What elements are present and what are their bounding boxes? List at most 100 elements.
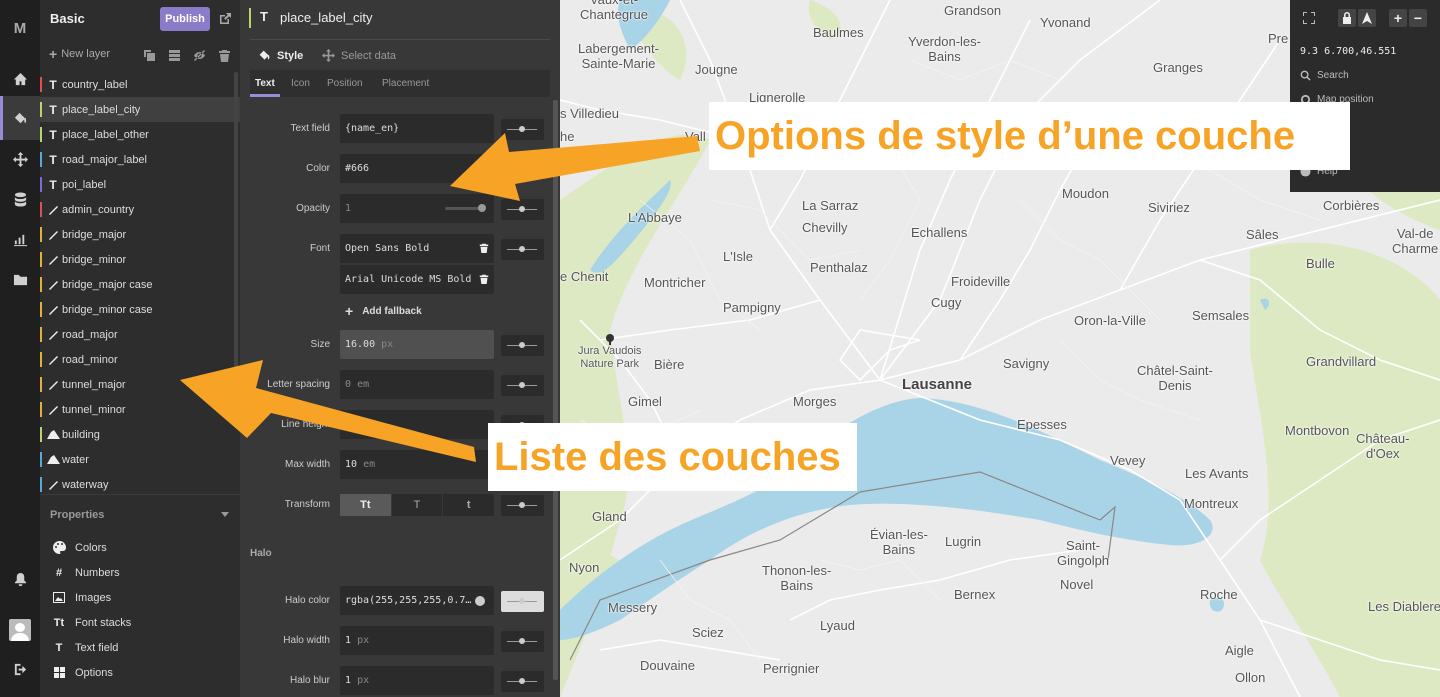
font-input-2[interactable]: Arial Unicode MS Bold	[340, 265, 494, 294]
layer-color-bar	[40, 152, 42, 167]
place-label: Châtel-Saint- Denis	[1137, 363, 1213, 393]
property-item[interactable]: Images	[52, 585, 131, 610]
home-icon[interactable]	[0, 68, 40, 90]
subtab-position[interactable]: Position	[327, 78, 363, 89]
layer-item[interactable]: bridge_minor	[40, 247, 240, 272]
layer-item[interactable]: admin_country	[40, 197, 240, 222]
folder-icon[interactable]	[0, 268, 40, 290]
function-toggle[interactable]	[501, 159, 544, 180]
compass-icon[interactable]	[1358, 9, 1376, 27]
opacity-input[interactable]: 1	[340, 194, 494, 223]
layer-color-bar	[40, 302, 42, 317]
hide-icon[interactable]	[193, 47, 206, 61]
halo-color-input[interactable]: rgba(255,255,255,0.7…	[340, 586, 494, 615]
property-item[interactable]: Colors	[52, 535, 131, 560]
max-width-input[interactable]: 10 em	[340, 450, 494, 479]
subtab-icon[interactable]: Icon	[291, 78, 310, 89]
layer-group-icon[interactable]	[168, 47, 181, 61]
text-field-input[interactable]: {name_en}	[340, 114, 494, 143]
layer-item[interactable]: road_minor	[40, 347, 240, 372]
function-toggle[interactable]	[501, 119, 544, 140]
trash-icon[interactable]	[218, 47, 231, 62]
property-label: Text field	[75, 641, 119, 654]
tab-select-data[interactable]: Select data	[322, 49, 396, 62]
color-swatch[interactable]	[475, 596, 485, 606]
publish-button[interactable]: Publish	[160, 7, 210, 31]
property-item[interactable]: Tt Font stacks	[52, 610, 131, 635]
search-menu-item[interactable]: Search	[1300, 70, 1349, 81]
chart-icon[interactable]	[0, 228, 40, 250]
transform-capitalize[interactable]: Tt	[340, 494, 391, 516]
function-toggle[interactable]	[501, 671, 544, 692]
function-toggle[interactable]	[501, 591, 544, 612]
chevron-down-icon[interactable]	[221, 512, 229, 517]
layer-item[interactable]: bridge_minor case	[40, 297, 240, 322]
layer-item[interactable]: bridge_major case	[40, 272, 240, 297]
place-label: Vall	[685, 129, 706, 144]
property-item[interactable]: T Text field	[52, 635, 131, 660]
layer-item[interactable]: Tcountry_label	[40, 72, 240, 97]
layer-name: bridge_major case	[62, 278, 153, 291]
function-toggle[interactable]	[501, 631, 544, 652]
duplicate-icon[interactable]	[143, 47, 156, 61]
zoom-function-toggle[interactable]	[501, 335, 544, 356]
user-avatar[interactable]	[9, 619, 31, 641]
place-label: Sâles	[1246, 227, 1279, 242]
layer-item[interactable]: bridge_major	[40, 222, 240, 247]
add-fallback-button[interactable]: + Add fallback	[345, 303, 422, 319]
function-toggle[interactable]	[501, 239, 544, 260]
font-input-1[interactable]: Open Sans Bold	[340, 234, 494, 263]
layer-item[interactable]: Troad_major_label	[40, 147, 240, 172]
layer-color-bar	[40, 377, 42, 392]
style-scrollbar[interactable]	[553, 100, 558, 680]
halo-width-input[interactable]: 1 px	[340, 626, 494, 655]
subtab-text[interactable]: Text	[255, 78, 275, 89]
move-icon[interactable]	[0, 148, 40, 170]
database-icon[interactable]	[0, 188, 40, 210]
subtab-placement[interactable]: Placement	[382, 78, 429, 89]
properties-heading[interactable]: Properties	[50, 509, 104, 521]
layer-item[interactable]: water	[40, 447, 240, 472]
new-layer-button[interactable]: + New layer	[49, 46, 110, 62]
opacity-slider[interactable]	[445, 204, 486, 212]
logout-icon[interactable]	[0, 658, 40, 680]
layer-list-scrollbar[interactable]	[234, 72, 238, 372]
color-input[interactable]: #666	[340, 154, 494, 183]
trash-icon[interactable]	[479, 242, 489, 254]
zoom-in-icon[interactable]: +	[1389, 9, 1407, 27]
function-toggle[interactable]	[501, 199, 544, 220]
tab-style-label: Style	[277, 49, 304, 62]
function-toggle[interactable]	[501, 375, 544, 396]
place-label: Baulmes	[813, 25, 864, 40]
layer-name[interactable]: place_label_city	[280, 10, 373, 25]
layer-item[interactable]: Tpoi_label	[40, 172, 240, 197]
layer-name: road_minor	[62, 353, 118, 366]
lock-icon[interactable]	[1338, 9, 1356, 27]
function-toggle[interactable]	[501, 495, 544, 516]
halo-blur-input[interactable]: 1 px	[340, 666, 494, 695]
layer-item[interactable]: building	[40, 422, 240, 447]
place-label: Douvaine	[640, 658, 695, 673]
layer-item[interactable]: tunnel_minor	[40, 397, 240, 422]
property-item[interactable]: Options	[52, 660, 131, 685]
line-height-input[interactable]	[340, 410, 494, 439]
layer-item[interactable]: road_major	[40, 322, 240, 347]
transform-uppercase[interactable]: T	[391, 494, 443, 516]
place-label: Oron-la-Ville	[1074, 313, 1147, 328]
bell-icon[interactable]	[0, 568, 40, 590]
layer-color-bar	[40, 102, 42, 117]
layer-item[interactable]: Tplace_label_other	[40, 122, 240, 147]
property-item[interactable]: # Numbers	[52, 560, 131, 585]
fullscreen-icon[interactable]	[1300, 9, 1318, 27]
zoom-out-icon[interactable]: −	[1409, 9, 1427, 27]
size-input[interactable]: 16.00 px	[340, 330, 494, 359]
layer-item[interactable]: Tplace_label_city	[40, 97, 240, 122]
letter-spacing-input[interactable]: 0 em	[340, 370, 494, 399]
place-label: Évian-les- Bains	[870, 527, 928, 557]
trash-icon[interactable]	[479, 273, 489, 285]
tab-style[interactable]: Style	[258, 49, 303, 62]
paint-bucket-icon[interactable]	[0, 96, 40, 140]
transform-lowercase[interactable]: t	[443, 494, 495, 516]
external-link-icon[interactable]	[218, 11, 232, 25]
layer-item[interactable]: tunnel_major	[40, 372, 240, 397]
